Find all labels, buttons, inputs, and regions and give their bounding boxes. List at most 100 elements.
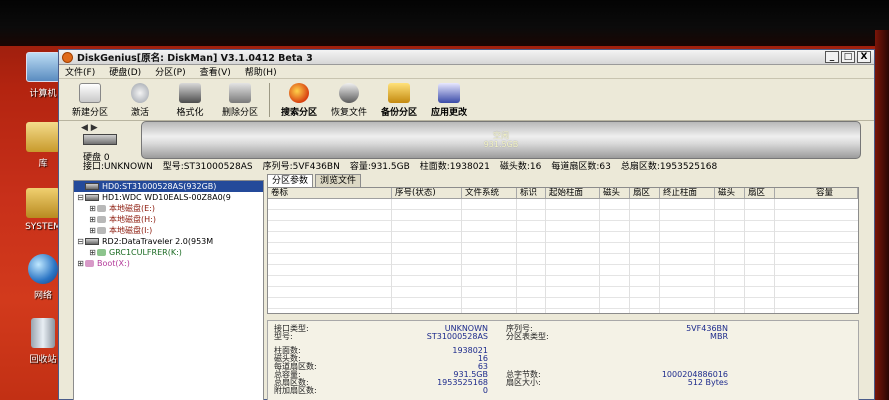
tree-collapse-icon[interactable]: ⊟ (76, 237, 85, 246)
disk-details: 接口类型: UNKNOWN 序列号: 5VF436BN 型号: ST310005… (267, 320, 859, 400)
tree-expand-icon[interactable]: ⊞ (76, 259, 85, 268)
disk-tree: HD0:ST31000528AS(932GB) ⊟ HD1:WDC WD10EA… (73, 180, 264, 400)
backup-partition-button[interactable]: 备份分区 (374, 83, 424, 120)
window-title: DiskGenius[原名: DiskMan] V3.1.0412 Beta 3 (77, 53, 313, 64)
monitor-bezel (0, 0, 889, 46)
tree-item-partition-k[interactable]: ⊞ GRC1CULFRER(K:) (74, 247, 263, 258)
tree-expand-icon[interactable]: ⊞ (88, 226, 97, 235)
detail-ptable-label: 分区表类型: (506, 332, 549, 341)
menu-help[interactable]: 帮助(H) (245, 65, 277, 78)
format-button[interactable]: 格式化 (165, 83, 215, 120)
minimize-button[interactable]: _ (825, 51, 839, 63)
col-start-head[interactable]: 磁头 (600, 188, 630, 198)
app-logo-icon (62, 51, 73, 63)
diskgenius-window: DiskGenius[原名: DiskMan] V3.1.0412 Beta 3… (58, 49, 875, 400)
col-start-cylinder[interactable]: 起始柱面 (546, 188, 600, 198)
col-end-cylinder[interactable]: 终止柱面 (660, 188, 715, 198)
partition-bar-status: 空闲 (493, 131, 509, 140)
tab-browse-files[interactable]: 浏览文件 (315, 174, 362, 187)
search-partition-button[interactable]: 搜索分区 (274, 83, 324, 120)
partition-icon (97, 249, 106, 256)
apply-changes-icon (438, 83, 460, 103)
close-button[interactable]: X (857, 51, 871, 63)
info-heads: 磁头数:16 (499, 162, 542, 172)
tree-item-label: HD0:ST31000528AS(932GB) (102, 182, 217, 191)
col-id[interactable]: 标识 (517, 188, 546, 198)
info-serial: 序列号:5VF436BN (262, 162, 340, 172)
col-end-head[interactable]: 磁头 (715, 188, 745, 198)
tree-collapse-icon[interactable]: ⊟ (76, 193, 85, 202)
backup-partition-icon (388, 83, 410, 103)
menu-partition[interactable]: 分区(P) (155, 65, 185, 78)
usb-disk-icon (85, 238, 99, 245)
maximize-button[interactable]: □ (841, 51, 855, 63)
col-end-sector[interactable]: 扇区 (745, 188, 775, 198)
delete-partition-button[interactable]: 删除分区 (215, 83, 265, 120)
menu-view[interactable]: 查看(V) (200, 65, 231, 78)
library-folder-icon (26, 122, 60, 152)
new-partition-icon (79, 83, 101, 103)
hard-disk-icon (85, 194, 99, 201)
toolbar-label: 激活 (130, 108, 149, 118)
col-filesystem[interactable]: 文件系统 (462, 188, 517, 198)
tree-item-hd0[interactable]: HD0:ST31000528AS(932GB) (74, 181, 263, 192)
new-partition-button[interactable]: 新建分区 (65, 83, 115, 120)
tree-item-label: HD1:WDC WD10EALS-00Z8A0(9 (102, 193, 231, 202)
apply-changes-button[interactable]: 应用更改 (424, 83, 474, 120)
toolbar-label: 格式化 (176, 108, 204, 118)
menu-file[interactable]: 文件(F) (65, 65, 95, 78)
tree-item-hd1[interactable]: ⊟ HD1:WDC WD10EALS-00Z8A0(9 (74, 192, 263, 203)
monitor-bezel-edge (875, 30, 889, 400)
activate-button[interactable]: 激活 (115, 83, 165, 120)
partition-icon (97, 205, 106, 212)
partition-bar-size: 931.5GB (483, 140, 519, 149)
table-body[interactable] (268, 199, 858, 313)
toolbar: 新建分区 激活 格式化 删除分区 搜索分区 恢复文件 备份分区 应用更改 (59, 79, 874, 121)
detail-extra-sectors-label: 附加扇区数: (274, 386, 317, 395)
recover-files-button[interactable]: 恢复文件 (324, 83, 374, 120)
tree-item-label: 本地磁盘(H:) (109, 215, 156, 224)
info-cylinders: 柱面数:1938021 (419, 162, 490, 172)
toolbar-label: 应用更改 (430, 108, 467, 118)
tree-item-partition-h[interactable]: ⊞ 本地磁盘(H:) (74, 214, 263, 225)
title-bar[interactable]: DiskGenius[原名: DiskMan] V3.1.0412 Beta 3… (59, 50, 874, 65)
partition-icon (97, 216, 106, 223)
toolbar-label: 删除分区 (221, 108, 258, 118)
tree-item-boot[interactable]: ⊞ Boot(X:) (74, 258, 263, 269)
computer-icon (26, 52, 60, 82)
col-volume-label[interactable]: 卷标 (268, 188, 392, 198)
folder-user-icon (26, 188, 60, 218)
info-sectors-per-track: 每道扇区数:63 (551, 162, 611, 172)
tree-expand-icon[interactable]: ⊞ (88, 248, 97, 257)
col-start-sector[interactable]: 扇区 (630, 188, 660, 198)
disk-info-line: 接口:UNKNOWN 型号:ST31000528AS 序列号:5VF436BN … (83, 159, 873, 172)
toolbar-label: 恢复文件 (330, 108, 367, 118)
col-capacity[interactable]: 容量 (775, 188, 858, 198)
tree-item-label: RD2:DataTraveler 2.0(953M (102, 237, 214, 246)
info-total-sectors: 总扇区数:1953525168 (620, 162, 718, 172)
tree-item-rd2[interactable]: ⊟ RD2:DataTraveler 2.0(953M (74, 236, 263, 247)
menu-bar: 文件(F) 硬盘(D) 分区(P) 查看(V) 帮助(H) (59, 65, 874, 79)
tree-expand-icon[interactable]: ⊞ (88, 215, 97, 224)
delete-partition-icon (229, 83, 251, 103)
tree-item-partition-e[interactable]: ⊞ 本地磁盘(E:) (74, 203, 263, 214)
tree-item-label: 本地磁盘(E:) (109, 204, 155, 213)
search-partition-icon (289, 83, 309, 103)
col-index-status[interactable]: 序号(状态) (392, 188, 462, 198)
nav-right-icon[interactable]: ▶ (91, 123, 98, 133)
toolbar-label: 备份分区 (380, 108, 417, 118)
network-globe-icon (28, 254, 58, 284)
toolbar-separator (269, 83, 270, 117)
tree-item-partition-i[interactable]: ⊞ 本地磁盘(I:) (74, 225, 263, 236)
tree-expand-icon[interactable]: ⊞ (88, 204, 97, 213)
partition-bar-free-space[interactable]: 空闲 931.5GB (141, 121, 861, 159)
detail-extra-sectors-value: 0 (482, 386, 488, 395)
detail-model-label: 型号: (274, 332, 293, 341)
tab-partition-params[interactable]: 分区参数 (267, 174, 314, 187)
recover-files-icon (339, 83, 359, 103)
partition-table: 卷标 序号(状态) 文件系统 标识 起始柱面 磁头 扇区 终止柱面 磁头 扇区 … (267, 187, 859, 314)
nav-left-icon[interactable]: ◀ (81, 123, 88, 133)
partition-icon (97, 227, 106, 234)
tree-item-label: GRC1CULFRER(K:) (109, 248, 182, 257)
menu-disk[interactable]: 硬盘(D) (109, 65, 141, 78)
